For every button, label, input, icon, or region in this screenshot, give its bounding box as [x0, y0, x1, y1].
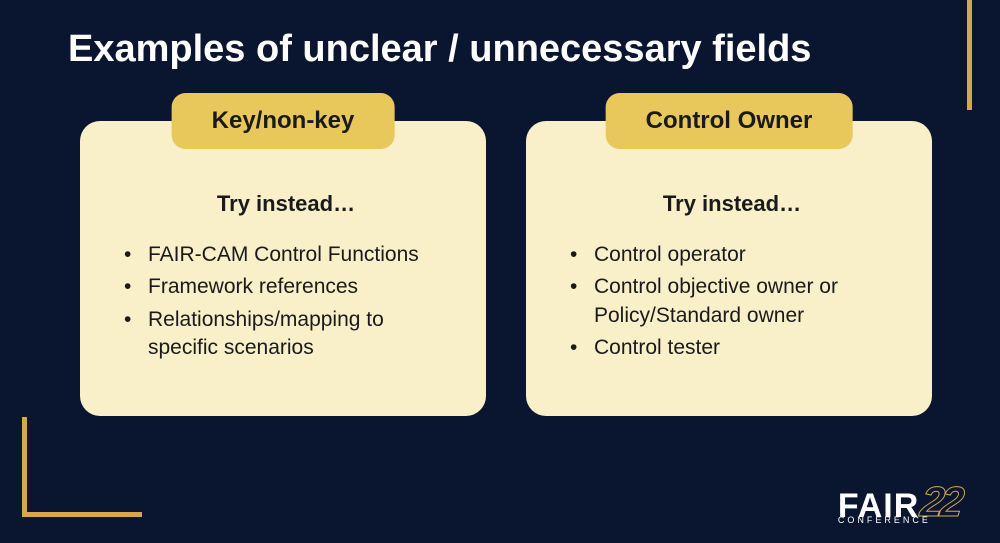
logo-conference-text: CONFERENCE — [838, 515, 919, 525]
cards-container: Key/non-key Try instead… FAIR-CAM Contro… — [0, 71, 1000, 416]
card-header: Control Owner — [606, 93, 853, 149]
card-list: FAIR-CAM Control Functions Framework ref… — [116, 241, 456, 362]
list-item: Control tester — [570, 334, 902, 362]
list-item: Relationships/mapping to specific scenar… — [124, 306, 456, 363]
slide-title: Examples of unclear / unnecessary fields — [0, 0, 1000, 71]
card-control-owner: Control Owner Try instead… Control opera… — [526, 121, 932, 416]
card-key-nonkey: Key/non-key Try instead… FAIR-CAM Contro… — [80, 121, 486, 416]
logo-year: 22 — [918, 481, 963, 523]
logo: FAIR CONFERENCE 22 — [838, 481, 960, 523]
decorative-bracket-left — [22, 417, 142, 517]
list-item: Control objective owner or Policy/Standa… — [570, 273, 902, 330]
list-item: Control operator — [570, 241, 902, 269]
card-header: Key/non-key — [172, 93, 395, 149]
list-item: Framework references — [124, 273, 456, 301]
card-subtitle: Try instead… — [562, 191, 902, 217]
card-list: Control operator Control objective owner… — [562, 241, 902, 362]
decorative-bar-right — [967, 0, 972, 110]
card-subtitle: Try instead… — [116, 191, 456, 217]
list-item: FAIR-CAM Control Functions — [124, 241, 456, 269]
